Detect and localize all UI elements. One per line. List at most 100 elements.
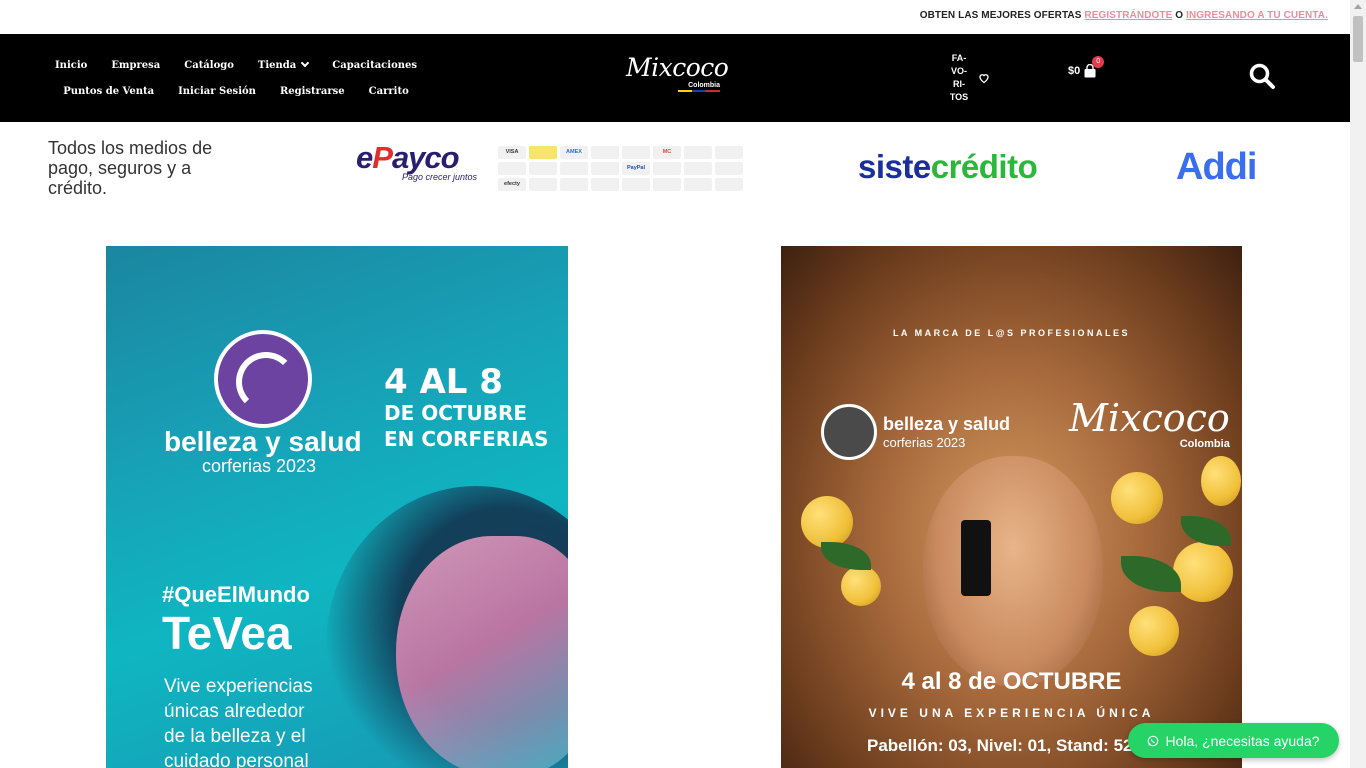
payment-card-logo [560, 178, 588, 191]
nail-polish-bottle-graphic [961, 520, 991, 596]
epayco-logo: ePayco Pago crecer juntos [356, 140, 477, 182]
site-header: Inicio Empresa Catálogo Tienda Capacitac… [0, 34, 1350, 122]
payment-card-logo [591, 146, 619, 159]
poster-stand-info: Pabellón: 03, Nivel: 01, Stand: 522 [867, 736, 1142, 755]
poster-copy-line: Vive experiencias [164, 676, 313, 697]
chevron-down-icon[interactable] [301, 58, 310, 68]
favorites-label-line-3: RI- [953, 79, 965, 89]
cart-total: $0 [1068, 65, 1081, 77]
payment-card-logo [560, 162, 588, 175]
cart-button[interactable]: $0 0 [1068, 56, 1105, 78]
leaf-graphic [1181, 516, 1231, 546]
leaf-graphic [821, 542, 871, 570]
emblem-swoosh [236, 352, 296, 412]
sistecredito-part-2: crédito [930, 148, 1038, 185]
poster-hashtag: #QueElMundo TeVea [162, 582, 310, 658]
payment-methods-strip: Todos los medios de pago, seguros y a cr… [0, 122, 1350, 222]
poster-brand-title: belleza y salud [883, 414, 1011, 434]
belleza-y-salud-emblem [214, 330, 312, 428]
poster-copy: Vive experiencias únicas alrededor de la… [164, 674, 313, 768]
hashtag-line-2: TeVea [162, 607, 292, 659]
nav-puntos-de-venta[interactable]: Puntos de Venta [63, 86, 154, 97]
nav-empresa[interactable]: Empresa [111, 60, 160, 71]
poster-copy-line: cuidado personal [164, 751, 309, 768]
nav-tienda[interactable]: Tienda [257, 58, 310, 71]
belleza-y-salud-emblem [821, 404, 877, 460]
payment-card-logo [715, 178, 743, 191]
scroll-up-arrow-icon[interactable] [1354, 4, 1362, 9]
nav-capacitaciones[interactable]: Capacitaciones [332, 60, 417, 71]
poster-brand-sub: corferias 2023 [202, 456, 317, 476]
scrollbar-thumb[interactable] [1353, 16, 1363, 62]
payment-card-logo: PayPal [622, 162, 650, 175]
shopping-bag-icon: 0 [1084, 56, 1105, 78]
payment-card-logo [591, 178, 619, 191]
poster-brand-title: belleza y salud [164, 426, 362, 457]
announcement-connector: O [1175, 10, 1184, 21]
favorites-label-line-1: FA- [951, 53, 967, 63]
payment-card-logo [529, 178, 557, 191]
nav-tienda-label: Tienda [257, 59, 297, 71]
poster-tagline: LA MARCA DE L@S PROFESIONALES [892, 328, 1131, 338]
addi-logo: Addi [1176, 146, 1257, 188]
epayco-rest: ayco [391, 140, 460, 175]
login-link[interactable]: INGRESANDO A TU CUENTA. [1186, 10, 1328, 21]
epayco-letter-e: e [356, 140, 373, 175]
payment-card-logo: VISA [498, 146, 526, 159]
favorites-link[interactable]: FA- VO- RI- TOS [946, 53, 996, 103]
payment-methods-text: Todos los medios de pago, seguros y a cr… [48, 138, 213, 198]
belleza-y-salud-logo: belleza y salud corferias 2023 [821, 404, 1010, 460]
payment-card-logo [591, 162, 619, 175]
nav-row-2: Puntos de Venta Iniciar Sesión Registrar… [56, 78, 416, 104]
site-logo[interactable]: Mixcoco Colombia [626, 53, 729, 98]
payment-card-logo [529, 146, 557, 159]
payment-card-logo [684, 146, 712, 159]
epayco-tagline: Pago crecer juntos [402, 172, 478, 182]
nav-iniciar-sesion[interactable]: Iniciar Sesión [178, 86, 256, 97]
nav-carrito[interactable]: Carrito [369, 86, 409, 97]
poster-copy-line: de la belleza y el [164, 726, 306, 747]
payment-card-logo: efecty [498, 178, 526, 191]
register-link[interactable]: REGISTRÁNDOTE [1084, 10, 1172, 21]
payment-card-logo [715, 146, 743, 159]
poster-event-date: 4 al 8 de OCTUBRE [901, 668, 1122, 695]
poster-brand-sub: corferias 2023 [883, 435, 966, 450]
announcement-prefix: OBTEN LAS MEJORES OFERTAS [919, 10, 1082, 21]
poster-copy-line: únicas alrededor [164, 701, 305, 722]
poster-date-venue: EN CORFERIAS [384, 427, 549, 451]
whatsapp-icon [1148, 735, 1159, 746]
epayco-letter-p: P [372, 140, 393, 175]
nav-registrarse[interactable]: Registrarse [280, 86, 345, 97]
payment-card-logo: MC [653, 146, 681, 159]
favorites-label: FA- VO- RI- TOS [946, 52, 972, 104]
poster-date-month: DE OCTUBRE [384, 401, 528, 425]
poster-experience-text: VIVE UNA EXPERIENCIA ÚNICA [868, 706, 1155, 720]
nav-catalogo[interactable]: Catálogo [184, 60, 234, 71]
favorites-label-line-4: TOS [949, 92, 969, 102]
poster-date-range: 4 AL 8 [384, 362, 503, 402]
cart-count-badge: 0 [1092, 56, 1105, 68]
logo-wordmark: Mixcoco [626, 53, 729, 82]
payment-card-logo [653, 178, 681, 191]
whatsapp-chat-button[interactable]: Hola, ¿necesitas ayuda? [1128, 723, 1339, 758]
payment-card-logo [653, 162, 681, 175]
logo-flag-stripe [678, 90, 720, 92]
nav-row-1: Inicio Empresa Catálogo Tienda Capacitac… [55, 52, 417, 78]
search-icon[interactable] [1248, 62, 1276, 90]
lemon-graphic [1111, 472, 1163, 524]
sistecredito-logo: sistecrédito [858, 148, 1038, 186]
mixcoco-wordmark: Mixcoco [1069, 396, 1230, 440]
vertical-scrollbar[interactable] [1350, 0, 1366, 768]
lemon-graphic [1173, 542, 1233, 602]
favorites-label-line-2: VO- [950, 66, 967, 76]
poster-belleza-y-salud[interactable]: belleza y salud corferias 2023 4 AL 8 DE… [106, 246, 568, 768]
payment-card-logo [498, 162, 526, 175]
payment-card-logo [715, 162, 743, 175]
payment-cards-grid: VISA AMEX MC PayPal efecty [498, 146, 743, 191]
nav-inicio[interactable]: Inicio [55, 60, 87, 71]
payment-card-logo: AMEX [560, 146, 588, 159]
poster-mixcoco-event[interactable]: LA MARCA DE L@S PROFESIONALES belleza y … [781, 246, 1242, 768]
lemon-graphic [801, 496, 853, 548]
hashtag-line-1: #QueElMundo [162, 582, 310, 607]
payment-card-logo [622, 178, 650, 191]
